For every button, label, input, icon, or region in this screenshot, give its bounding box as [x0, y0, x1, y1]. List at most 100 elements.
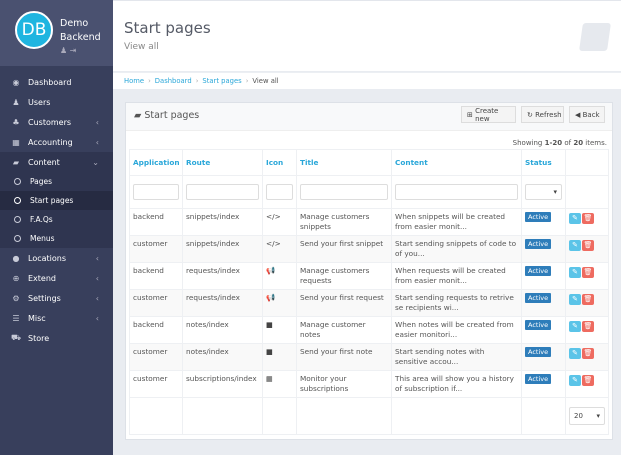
filter-icon-input[interactable]: [266, 184, 293, 200]
column-header-title[interactable]: Title: [296, 149, 392, 176]
delete-button[interactable]: 🗑: [582, 294, 594, 305]
cell-content: When requests will be created from easie…: [391, 262, 522, 290]
column-header-content[interactable]: Content: [391, 149, 522, 176]
sidebar-item-content[interactable]: ▰ Content ⌄: [0, 152, 113, 172]
logout-icon[interactable]: ⇥: [70, 46, 77, 55]
back-button[interactable]: ◀ Back: [569, 106, 605, 123]
book-icon: ▰: [12, 157, 20, 167]
breadcrumb-start-pages[interactable]: Start pages: [202, 77, 241, 85]
sidebar-subitem-start-pages[interactable]: Start pages: [0, 191, 113, 210]
table-row: backend snippets/index </> Manage customers…: [129, 208, 609, 236]
sidebar-item-users[interactable]: ♟ Users: [0, 92, 113, 112]
delete-button[interactable]: 🗑: [582, 240, 594, 251]
list-icon: ☰: [12, 313, 20, 323]
sidebar-subitem-pages[interactable]: Pages: [0, 172, 113, 191]
refresh-label: Refresh: [535, 110, 562, 119]
cell-application: backend: [129, 262, 183, 290]
sidebar-item-dashboard[interactable]: ◉ Dashboard: [0, 72, 113, 92]
cell-icon: </>: [262, 235, 297, 263]
user-name-line2: Backend: [60, 32, 101, 43]
page-size-select[interactable]: 20 ▾: [569, 407, 605, 425]
sidebar-item-settings[interactable]: ⚙ Settings ‹: [0, 288, 113, 308]
sidebar: DB Demo Backend ♟ ⇥ ◉ Dashboard ♟ Users ♣ Cust…: [0, 0, 113, 455]
status-badge: Active: [525, 212, 552, 222]
chevron-left-icon: ‹: [95, 313, 99, 323]
sidebar-item-customers[interactable]: ♣ Customers ‹: [0, 112, 113, 132]
delete-button[interactable]: 🗑: [582, 213, 594, 224]
cell-content: Start sending requests to retrive se rec…: [391, 289, 522, 317]
cell-icon: </>: [262, 208, 297, 236]
filter-route-input[interactable]: [186, 184, 259, 200]
edit-button[interactable]: ✎: [569, 240, 581, 251]
sidebar-item-label: Misc: [28, 313, 46, 323]
back-circle-icon: ◀: [575, 110, 583, 119]
breadcrumb-dashboard[interactable]: Dashboard: [155, 77, 192, 85]
cell-title: Monitor your subscriptions: [296, 370, 392, 398]
delete-button[interactable]: 🗑: [582, 321, 594, 332]
edit-button[interactable]: ✎: [569, 213, 581, 224]
profile-icon[interactable]: ♟: [60, 46, 67, 55]
sidebar-item-label: Locations: [28, 253, 67, 263]
cell-icon: ▦: [262, 370, 297, 398]
cell-content: Start sending notes with sensitive accou…: [391, 343, 522, 371]
edit-button[interactable]: ✎: [569, 321, 581, 332]
breadcrumb-home[interactable]: Home: [124, 77, 144, 85]
cell-content: This area will show you a history of sub…: [391, 370, 522, 398]
table-row: customer subscriptions/index ▦ Monitor your…: [129, 370, 609, 398]
cell-status: Active: [521, 316, 566, 344]
table-row: customer requests/index 📢 Send your first r…: [129, 289, 609, 317]
cell-status: Active: [521, 235, 566, 263]
edit-button[interactable]: ✎: [569, 348, 581, 359]
sidebar-item-accounting[interactable]: ▦ Accounting ‹: [0, 132, 113, 152]
sidebar-subitem-label: F.A.Qs: [30, 215, 53, 224]
plus-square-icon: ⊞: [467, 110, 476, 119]
column-header-application[interactable]: Application: [129, 149, 183, 176]
cell-title: Send your first note: [296, 343, 392, 371]
footer-cell: [262, 397, 297, 435]
sidebar-item-extend[interactable]: ⊕ Extend ‹: [0, 268, 113, 288]
column-header-route[interactable]: Route: [182, 149, 263, 176]
cell-route: notes/index: [182, 316, 263, 344]
back-label: Back: [582, 110, 600, 119]
filter-status-select[interactable]: ▾: [525, 184, 562, 200]
column-header-status[interactable]: Status: [521, 149, 566, 176]
filter-title-input[interactable]: [300, 184, 388, 200]
cell-icon: ■: [262, 316, 297, 344]
sidebar-subitem-f-a-qs[interactable]: F.A.Qs: [0, 210, 113, 229]
table-row: customer notes/index ■ Send your first note…: [129, 343, 609, 371]
cell-content: When snippets will be created from easie…: [391, 208, 522, 236]
cell-application: customer: [129, 289, 183, 317]
chevron-left-icon: ‹: [95, 293, 99, 303]
edit-button[interactable]: ✎: [569, 375, 581, 386]
user-icon: ♟: [12, 97, 20, 107]
sidebar-item-locations[interactable]: ● Locations ‹: [0, 248, 113, 268]
column-header-icon[interactable]: Icon: [262, 149, 297, 176]
sidebar-item-label: Settings: [28, 293, 61, 303]
filter-application-input[interactable]: [133, 184, 179, 200]
caret-down-icon: ▾: [553, 188, 557, 196]
cell-route: notes/index: [182, 343, 263, 371]
cell-title: Send your first snippet: [296, 235, 392, 263]
sidebar-subitem-label: Start pages: [30, 196, 74, 205]
sidebar-subitem-menus[interactable]: Menus: [0, 229, 113, 248]
book-icon: ▰: [134, 110, 142, 121]
delete-button[interactable]: 🗑: [582, 267, 594, 278]
edit-button[interactable]: ✎: [569, 267, 581, 278]
filter-content-input[interactable]: [395, 184, 518, 200]
cell-actions: ✎ 🗑: [565, 343, 609, 371]
edit-button[interactable]: ✎: [569, 294, 581, 305]
page-header: Start pages View all: [113, 0, 621, 71]
delete-button[interactable]: 🗑: [582, 375, 594, 386]
panel-title: Start pages: [144, 110, 200, 121]
sidebar-item-misc[interactable]: ☰ Misc ‹: [0, 308, 113, 328]
create-new-button[interactable]: ⊞ Create new: [461, 106, 516, 123]
sidebar-item-store[interactable]: ⛟ Store: [0, 328, 113, 348]
refresh-button[interactable]: ↻ Refresh: [521, 106, 564, 123]
table-row: backend notes/index ■ Manage customer notes…: [129, 316, 609, 344]
status-badge: Active: [525, 320, 552, 330]
column-header-actions: [565, 149, 609, 176]
sidebar-subitem-label: Menus: [30, 234, 55, 243]
delete-button[interactable]: 🗑: [582, 348, 594, 359]
refresh-icon: ↻: [527, 110, 536, 119]
chevron-left-icon: ‹: [95, 117, 99, 127]
